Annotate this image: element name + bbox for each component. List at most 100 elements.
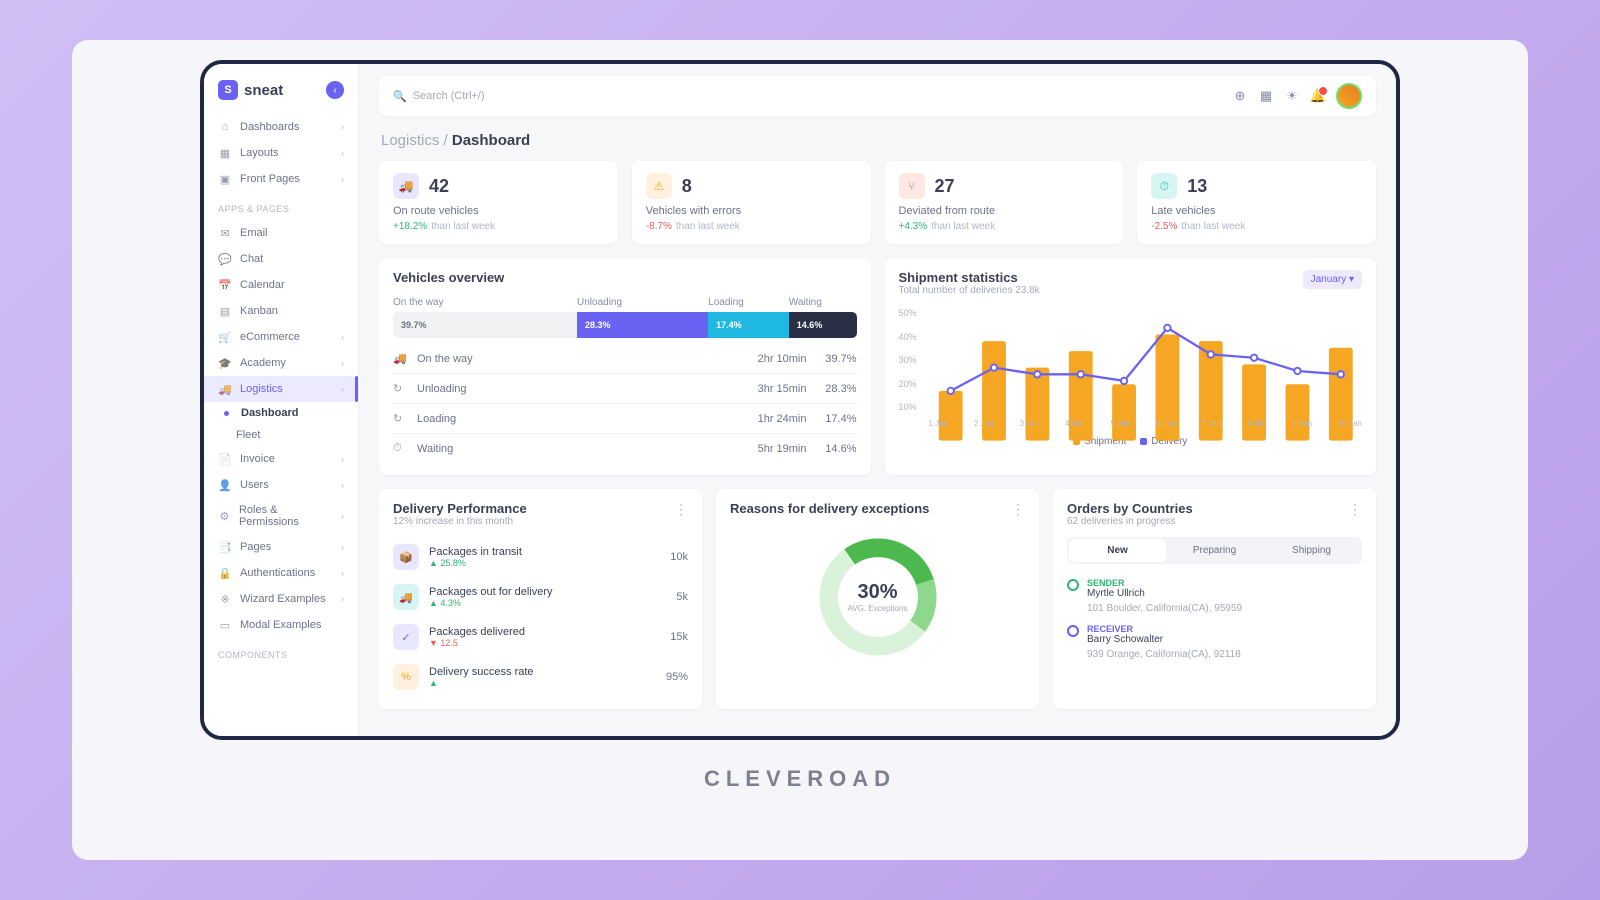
sidebar-item-kanban[interactable]: ▤ Kanban <box>204 298 358 324</box>
breadcrumb-parent[interactable]: Logistics <box>381 132 439 149</box>
nav-icon: 🔒 <box>218 566 232 580</box>
main-content: 🔍 Search (Ctrl+/) ⊕ ▦ ☀ 🔔 Logistics / Da… <box>359 64 1396 736</box>
table-row: ↻Unloading3hr 15min28.3% <box>393 373 857 403</box>
nav-label: Layouts <box>240 147 279 159</box>
card-title: Shipment statistics <box>899 270 1363 285</box>
row-icon: 🚚 <box>393 352 407 365</box>
month-select[interactable]: January ▾ <box>1303 270 1362 289</box>
nav-label: Roles & Permissions <box>239 504 333 528</box>
chevron-right-icon: › <box>341 148 344 158</box>
stat-card: ⚠8Vehicles with errors-8.7%than last wee… <box>632 161 871 244</box>
card-menu-icon[interactable]: ⋮ <box>1011 501 1025 518</box>
sender-address: 101 Boulder, California(CA), 95959 <box>1087 603 1362 614</box>
nav-icon: 📄 <box>218 452 232 466</box>
nav-icon: 🛒 <box>218 330 232 344</box>
sidebar-item-calendar[interactable]: 📅Calendar <box>204 272 358 298</box>
stat-icon: 🚚 <box>393 173 419 199</box>
chevron-right-icon: › <box>341 332 344 342</box>
sidebar-item-ecommerce[interactable]: 🛒 eCommerce › <box>204 324 358 350</box>
search-input[interactable]: 🔍 Search (Ctrl+/) <box>393 90 1222 103</box>
card-title: Orders by Countries <box>1067 501 1348 516</box>
language-icon[interactable]: ⊕ <box>1232 88 1248 104</box>
nav-icon: ▦ <box>218 146 232 160</box>
chevron-right-icon: › <box>341 511 344 521</box>
breadcrumb: Logistics / Dashboard <box>379 116 1376 161</box>
app-window: S sneat ‹ ⌂Dashboards›▦Layouts›▣Front Pa… <box>200 60 1400 740</box>
nav-label: eCommerce <box>240 331 300 343</box>
nav-icon: ⌂ <box>218 120 232 134</box>
stat-icon: ⚠ <box>646 173 672 199</box>
row-icon: ↻ <box>393 382 407 395</box>
sidebar-item-email[interactable]: ✉Email <box>204 220 358 246</box>
sidebar-subitem-dashboard[interactable]: Dashboard <box>204 402 358 424</box>
perf-icon: ✓ <box>393 624 419 650</box>
nav-icon: ※ <box>218 592 232 606</box>
nav-label: Modal Examples <box>240 619 321 631</box>
sidebar-item-invoice[interactable]: 📄Invoice› <box>204 446 358 472</box>
stat-value: 8 <box>682 176 692 197</box>
sidebar-item-pages[interactable]: 📑Pages› <box>204 534 358 560</box>
nav-icon: 👤 <box>218 478 232 492</box>
delivery-performance-card: Delivery Performance 12% increase in thi… <box>379 489 702 709</box>
nav-label: Invoice <box>240 453 275 465</box>
bar-unloading: 28.3% <box>577 312 708 338</box>
user-avatar[interactable] <box>1336 83 1362 109</box>
card-title: Vehicles overview <box>393 270 857 285</box>
stat-card: 🚚42On route vehicles+18.2%than last week <box>379 161 618 244</box>
page-title: Dashboard <box>452 132 530 149</box>
apps-grid-icon[interactable]: ▦ <box>1258 88 1274 104</box>
stat-label: On route vehicles <box>393 205 604 217</box>
sidebar-item-dashboards[interactable]: ⌂Dashboards› <box>204 114 358 140</box>
collapse-sidebar-button[interactable]: ‹ <box>326 81 344 99</box>
nav-label: Kanban <box>240 305 278 317</box>
sidebar-item-academy[interactable]: 🎓Academy› <box>204 350 358 376</box>
perf-icon: 📦 <box>393 544 419 570</box>
shipment-statistics-card: Shipment statistics Total number of deli… <box>885 258 1377 475</box>
nav-icon: ▭ <box>218 618 232 632</box>
chevron-right-icon: › <box>341 480 344 490</box>
segment-labels: On the wayUnloadingLoadingWaiting <box>393 297 857 308</box>
perf-row: %Delivery success rate▲ 95% <box>393 657 688 697</box>
sidebar-item-modal-examples[interactable]: ▭ Modal Examples <box>204 612 358 638</box>
nav-icon: ⚙ <box>218 509 231 523</box>
stat-card: ⑂27Deviated from route+4.3%than last wee… <box>885 161 1124 244</box>
notifications-icon[interactable]: 🔔 <box>1310 88 1326 104</box>
card-subtitle: 12% increase in this month <box>393 516 674 527</box>
donut-center-label: AVG. Exceptions <box>848 604 908 613</box>
stats-row: 🚚42On route vehicles+18.2%than last week… <box>379 161 1376 244</box>
nav-icon: ✉ <box>218 226 232 240</box>
search-placeholder: Search (Ctrl+/) <box>413 90 485 102</box>
table-row: 🚚On the way2hr 10min39.7% <box>393 344 857 373</box>
nav-icon: ▣ <box>218 172 232 186</box>
theme-toggle-icon[interactable]: ☀ <box>1284 88 1300 104</box>
sidebar-item-wizard-examples[interactable]: ※Wizard Examples› <box>204 586 358 612</box>
chevron-right-icon: › <box>341 174 344 184</box>
sidebar-item-chat[interactable]: 💬Chat <box>204 246 358 272</box>
stat-value: 13 <box>1187 176 1207 197</box>
card-menu-icon[interactable]: ⋮ <box>674 501 688 518</box>
tab-shipping[interactable]: Shipping <box>1263 539 1360 562</box>
stacked-bar: 39.7% 28.3% 17.4% 14.6% <box>393 312 857 338</box>
sidebar-item-roles-permissions[interactable]: ⚙ Roles & Permissions › <box>204 498 358 534</box>
topbar: 🔍 Search (Ctrl+/) ⊕ ▦ ☀ 🔔 <box>379 76 1376 116</box>
receiver-name: Barry Schowalter <box>1087 634 1163 645</box>
nav-icon: ▤ <box>218 304 232 318</box>
tab-new[interactable]: New <box>1069 539 1166 562</box>
sidebar-item-logistics[interactable]: 🚚Logistics› <box>204 376 358 402</box>
sidebar-item-layouts[interactable]: ▦ Layouts › <box>204 140 358 166</box>
orders-by-countries-card: Orders by Countries 62 deliveries in pro… <box>1053 489 1376 709</box>
nav-label: Dashboards <box>240 121 299 133</box>
chevron-right-icon: › <box>341 594 344 604</box>
card-menu-icon[interactable]: ⋮ <box>1348 501 1362 518</box>
nav-label: Calendar <box>240 279 285 291</box>
sidebar-item-authentications[interactable]: 🔒Authentications› <box>204 560 358 586</box>
sidebar-subitem-fleet[interactable]: Fleet <box>204 424 358 446</box>
nav-icon: 📑 <box>218 540 232 554</box>
nav-icon: 💬 <box>218 252 232 266</box>
stat-value: 42 <box>429 176 449 197</box>
tab-preparing[interactable]: Preparing <box>1166 539 1263 562</box>
sidebar-item-users[interactable]: 👤Users› <box>204 472 358 498</box>
chevron-right-icon: › <box>341 384 344 394</box>
logo[interactable]: S sneat ‹ <box>204 74 358 114</box>
sidebar-item-front-pages[interactable]: ▣Front Pages› <box>204 166 358 192</box>
